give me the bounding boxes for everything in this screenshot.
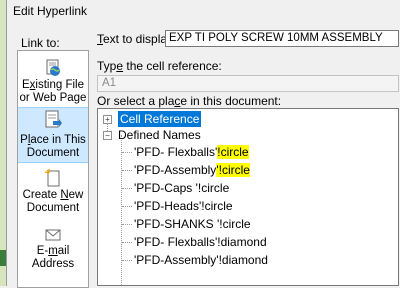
- link-place-in-document-button[interactable]: Place in This Document: [18, 107, 88, 163]
- tree-item-name[interactable]: 'PFD-Heads'!circle: [134, 198, 233, 214]
- cell-reference-label: Type the cell reference:: [97, 59, 222, 73]
- link-to-label: Link to:: [21, 36, 60, 50]
- existing-file-line1: Existing File: [22, 79, 84, 91]
- tree-node-label: Defined Names: [118, 128, 201, 142]
- tree-connector: [122, 188, 132, 189]
- tree-node-defined-names[interactable]: − Defined Names: [98, 127, 398, 143]
- email-line1: E-mail: [36, 245, 70, 257]
- tree-connector: [122, 206, 132, 207]
- expand-icon[interactable]: +: [103, 115, 112, 124]
- link-create-new-document-button[interactable]: Create New Document: [18, 169, 88, 219]
- tree-item-name[interactable]: 'PFD-Caps '!circle: [134, 180, 229, 196]
- tree-item-name[interactable]: 'PFD-Assembly'!circle: [134, 162, 250, 178]
- globe-document-icon: [46, 59, 60, 76]
- document-arrow-icon: [45, 110, 62, 128]
- tree-item-name[interactable]: 'PFD-Assembly'!diamond: [134, 252, 268, 268]
- tree-connector: [122, 242, 132, 243]
- tree-item-name[interactable]: 'PFD- Flexballs'!circle: [134, 144, 249, 160]
- link-existing-file-button[interactable]: Existing File or Web Page: [18, 59, 88, 104]
- tree-connector: [121, 135, 122, 285]
- new-document-icon: [44, 169, 60, 187]
- tree-connector: [122, 170, 132, 171]
- place-in-document-label: Or select a place in this document:: [97, 94, 282, 108]
- tree-connector: [122, 224, 132, 225]
- tree-node-label: Cell Reference: [118, 111, 202, 127]
- email-icon: [45, 229, 61, 241]
- tree-connector: [122, 260, 132, 261]
- tree-connector: [122, 152, 132, 153]
- cell-reference-input[interactable]: A1: [97, 75, 399, 92]
- place-tree[interactable]: + Cell Reference − Defined Names 'PFD- F…: [97, 108, 399, 286]
- collapse-icon[interactable]: −: [103, 131, 112, 140]
- create-new-line1: Create New: [22, 189, 84, 201]
- tree-item-name[interactable]: 'PFD- Flexballs'!diamond: [134, 234, 267, 250]
- link-email-address-button[interactable]: E-mail Address: [18, 227, 88, 277]
- text-to-display-input[interactable]: EXP TI POLY SCREW 10MM ASSEMBLY: [165, 30, 399, 47]
- tree-item-name[interactable]: 'PFD-SHANKS '!circle: [134, 216, 251, 232]
- existing-file-line2: or Web Page: [19, 92, 87, 104]
- create-new-line2: Document: [26, 202, 80, 214]
- tree-node-cell-reference[interactable]: + Cell Reference: [98, 111, 398, 127]
- place-in-document-line1: Place in This: [20, 134, 86, 146]
- dialog-title: Edit Hyperlink: [13, 4, 88, 18]
- place-in-document-line2: Document: [26, 147, 80, 159]
- edit-hyperlink-dialog: Edit Hyperlink Link to: Existing File or…: [6, 0, 400, 288]
- link-to-panel: Existing File or Web Page Place in This …: [17, 50, 89, 288]
- email-line2: Address: [31, 258, 75, 270]
